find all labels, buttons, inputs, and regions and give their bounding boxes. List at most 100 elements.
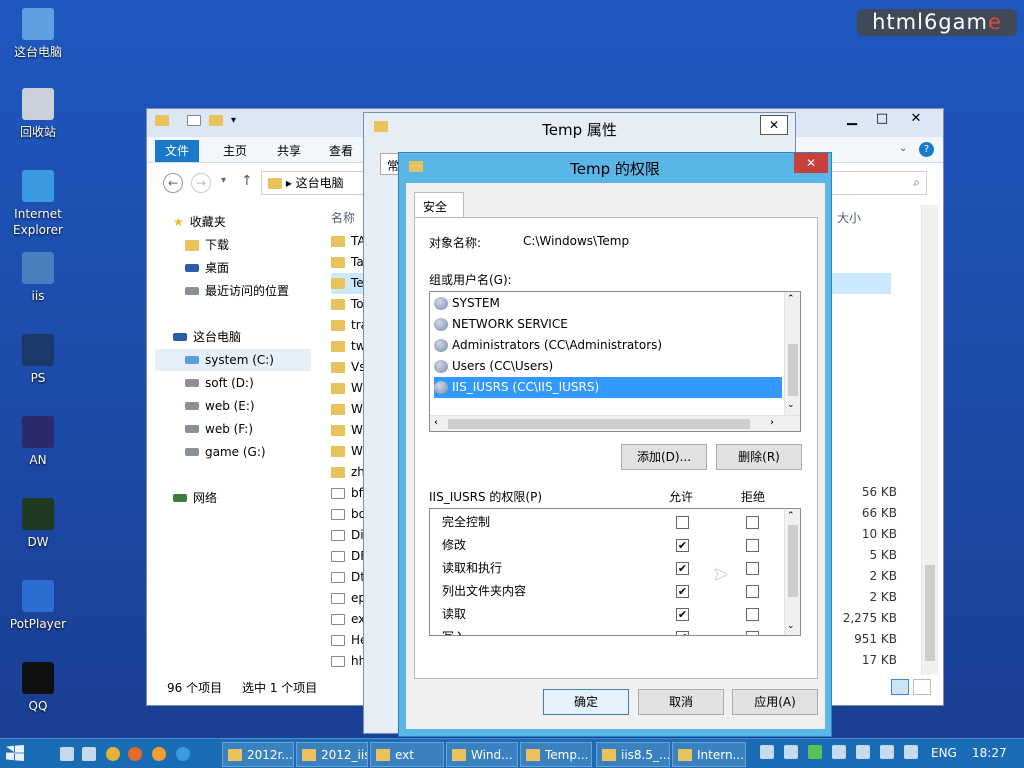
user-list-item[interactable]: Users (CC\Users): [434, 356, 553, 377]
file-row[interactable]: bo: [331, 504, 366, 525]
quick-access-folder-icon[interactable]: [155, 115, 169, 129]
taskbar-item[interactable]: Temp...: [520, 742, 592, 767]
file-row[interactable]: TA: [331, 231, 366, 252]
file-row[interactable]: hh: [331, 651, 366, 672]
users-vscrollbar[interactable]: ⌃ ⌄: [784, 292, 800, 415]
scroll-up-icon[interactable]: ⌃: [787, 511, 795, 521]
tray-icon[interactable]: [856, 745, 870, 759]
taskbar-item[interactable]: 2012_iis: [296, 742, 368, 767]
desktop-icon-potplayer[interactable]: PotPlayer: [0, 580, 76, 632]
sidebar-item-drive-e[interactable]: web (E:): [185, 395, 255, 417]
minimize-button[interactable]: ▁: [837, 109, 867, 129]
recent-locations-icon[interactable]: ▾: [221, 175, 226, 186]
sidebar-item-recent[interactable]: 最近访问的位置: [185, 280, 289, 302]
deny-checkbox[interactable]: [746, 516, 759, 529]
permissions-close-button[interactable]: ✕: [794, 153, 828, 173]
tray-icon[interactable]: [784, 745, 798, 759]
taskbar-item[interactable]: iis8.5_...: [596, 742, 670, 767]
sidebar-item-network[interactable]: 网络: [173, 487, 217, 509]
maximize-button[interactable]: □: [867, 109, 897, 129]
user-list-item[interactable]: NETWORK SERVICE: [434, 314, 568, 335]
tray-icon[interactable]: [808, 745, 822, 759]
permissions-dialog[interactable]: Temp 的权限 ✕ 安全 对象名称: C:\Windows\Temp 组或用户…: [398, 152, 832, 737]
column-header-size[interactable]: 大小: [837, 209, 861, 226]
apply-button[interactable]: 应用(A): [732, 689, 818, 715]
scroll-up-icon[interactable]: ⌃: [787, 294, 795, 304]
taskbar-item[interactable]: Intern...: [672, 742, 746, 767]
up-arrow-icon[interactable]: ↑: [241, 173, 253, 189]
tray-icon[interactable]: [760, 745, 774, 759]
user-list-item[interactable]: SYSTEM: [434, 293, 500, 314]
desktop-icon-computer[interactable]: 这台电脑: [0, 8, 76, 60]
sidebar-item-drive-f[interactable]: web (F:): [185, 418, 253, 440]
desktop-icon-recycle-bin[interactable]: 回收站: [0, 88, 76, 140]
large-icons-view-icon[interactable]: [913, 679, 931, 695]
deny-checkbox[interactable]: [746, 539, 759, 552]
users-listbox[interactable]: SYSTEM NETWORK SERVICE Administrators (CC\…: [429, 291, 801, 432]
address-input[interactable]: ▸ 这台电脑: [261, 171, 365, 195]
file-row[interactable]: W: [331, 441, 363, 462]
tab-home[interactable]: 主页: [213, 140, 257, 162]
tray-icon[interactable]: [832, 745, 846, 759]
tab-view[interactable]: 查看: [319, 140, 363, 162]
sidebar-item-drive-d[interactable]: soft (D:): [185, 372, 254, 394]
file-list-scrollbar[interactable]: [921, 205, 938, 675]
column-header-name[interactable]: 名称: [331, 209, 355, 226]
sidebar-item-downloads[interactable]: 下载: [185, 234, 229, 256]
sidebar-item-favorites[interactable]: ★ 收藏夹: [173, 211, 226, 233]
close-button[interactable]: ✕: [901, 109, 931, 129]
permissions-scrollbar[interactable]: ⌃ ⌄: [784, 509, 800, 635]
scroll-right-icon[interactable]: ›: [770, 417, 774, 428]
cancel-button[interactable]: 取消: [638, 689, 724, 715]
deny-checkbox[interactable]: [746, 585, 759, 598]
deny-checkbox[interactable]: [746, 562, 759, 575]
input-language[interactable]: ENG: [931, 746, 957, 760]
browser-icon[interactable]: [152, 747, 166, 761]
desktop-icon-dreamweaver[interactable]: DW: [0, 498, 76, 550]
properties-close-button[interactable]: ✕: [760, 115, 788, 135]
desktop-icon-photoshop[interactable]: PS: [0, 334, 76, 386]
add-button[interactable]: 添加(D)...: [621, 444, 707, 470]
back-icon[interactable]: ←: [163, 173, 183, 193]
scrollbar-thumb[interactable]: [788, 344, 798, 396]
desktop-icon-animate[interactable]: AN: [0, 416, 76, 468]
tab-security[interactable]: 安全: [414, 192, 464, 218]
sidebar-item-drive-g[interactable]: game (G:): [185, 441, 266, 463]
allow-checkbox[interactable]: ✔: [676, 539, 689, 552]
desktop-icon-iis[interactable]: iis: [0, 252, 76, 304]
user-list-item[interactable]: IIS_IUSRS (CC\IIS_IUSRS): [434, 377, 782, 398]
file-row[interactable]: Dt: [331, 567, 365, 588]
sidebar-item-drive-c[interactable]: system (C:): [155, 349, 311, 371]
file-row[interactable]: bf: [331, 483, 363, 504]
file-row[interactable]: ep: [331, 588, 366, 609]
allow-checkbox[interactable]: ✔: [676, 608, 689, 621]
new-folder-icon[interactable]: [209, 115, 223, 129]
ribbon-expand-icon[interactable]: ⌄: [899, 143, 907, 154]
file-row[interactable]: Ta: [331, 252, 364, 273]
file-row[interactable]: Di: [331, 525, 364, 546]
allow-checkbox[interactable]: ✔: [676, 631, 689, 635]
desktop-icon-ie[interactable]: Internet Explorer: [0, 170, 76, 238]
firefox-icon[interactable]: [128, 747, 142, 761]
flag-icon[interactable]: [904, 745, 918, 759]
deny-checkbox[interactable]: [746, 631, 759, 635]
tray-icon[interactable]: [880, 745, 894, 759]
details-view-icon[interactable]: [891, 679, 909, 695]
taskbar-item[interactable]: Wind...: [446, 742, 518, 767]
taskbar-item[interactable]: 2012r...: [222, 742, 294, 767]
server-manager-icon[interactable]: [60, 747, 74, 761]
forward-icon[interactable]: →: [191, 173, 211, 193]
file-row[interactable]: ex: [331, 609, 365, 630]
file-row[interactable]: He: [331, 630, 367, 651]
powershell-icon[interactable]: [82, 747, 96, 761]
breadcrumb[interactable]: 这台电脑: [296, 176, 344, 190]
properties-icon[interactable]: [187, 115, 201, 129]
user-list-item[interactable]: Administrators (CC\Administrators): [434, 335, 662, 356]
scrollbar-thumb[interactable]: [925, 565, 935, 661]
remove-button[interactable]: 删除(R): [716, 444, 802, 470]
quick-access-dropdown-icon[interactable]: ▾: [231, 115, 236, 126]
deny-checkbox[interactable]: [746, 608, 759, 621]
sidebar-item-desktop[interactable]: 桌面: [185, 257, 229, 279]
scroll-down-icon[interactable]: ⌄: [787, 621, 795, 631]
ie-icon[interactable]: [176, 747, 190, 761]
